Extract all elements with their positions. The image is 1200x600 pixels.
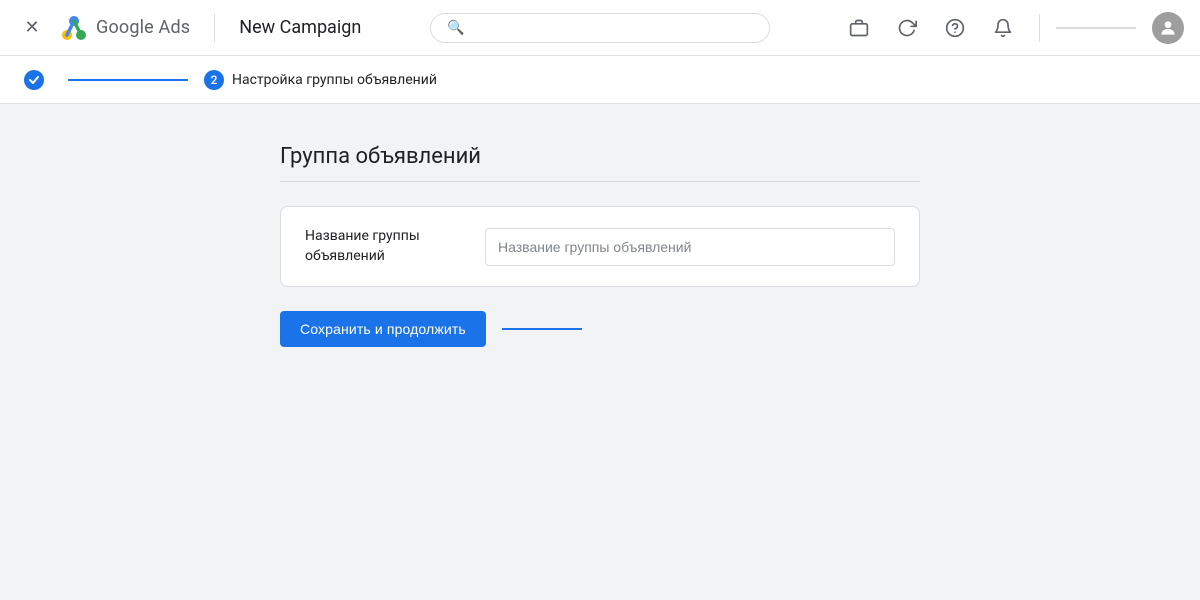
step-2-label: Настройка группы объявлений	[232, 72, 437, 88]
header-actions	[839, 8, 1184, 48]
step-line-1	[68, 79, 188, 81]
checkmark-icon	[28, 74, 40, 86]
close-icon: ✕	[24, 17, 39, 38]
step-1	[24, 70, 204, 90]
campaign-title: New Campaign	[239, 17, 361, 38]
step-2: 2 Настройка группы объявлений	[204, 70, 437, 90]
briefcase-icon	[849, 18, 869, 38]
header-search-area: 🔍	[361, 13, 839, 43]
refresh-button[interactable]	[887, 8, 927, 48]
briefcase-button[interactable]	[839, 8, 879, 48]
section-container: Группа объявлений Название группы объявл…	[280, 144, 920, 347]
refresh-icon	[897, 18, 917, 38]
button-row: Сохранить и продолжить	[280, 311, 920, 347]
header-left: ✕ Google Ads New Campaign	[16, 12, 361, 44]
bell-icon	[993, 18, 1013, 38]
save-continue-button[interactable]: Сохранить и продолжить	[280, 311, 486, 347]
search-box[interactable]: 🔍	[430, 13, 770, 43]
search-icon: 🔍	[447, 20, 464, 36]
form-label: Название группы объявлений	[305, 227, 485, 266]
account-line	[1056, 27, 1136, 29]
header-divider-2	[1039, 14, 1040, 42]
search-input[interactable]	[473, 20, 754, 36]
button-underline-decoration	[502, 328, 582, 330]
step-1-check	[24, 70, 44, 90]
form-row: Название группы объявлений	[281, 207, 919, 286]
ad-group-name-input[interactable]	[485, 228, 895, 266]
app-name: Google Ads	[96, 17, 190, 38]
main-content: Группа объявлений Название группы объявл…	[0, 104, 1200, 387]
close-button[interactable]: ✕	[16, 12, 48, 44]
avatar-icon	[1158, 18, 1178, 38]
app-header: ✕ Google Ads New Campaign 🔍	[0, 0, 1200, 56]
help-icon	[945, 18, 965, 38]
progress-bar: 2 Настройка группы объявлений	[0, 56, 1200, 104]
form-field	[485, 228, 895, 266]
section-divider	[280, 181, 920, 182]
section-title: Группа объявлений	[280, 144, 920, 169]
google-ads-logo: Google Ads	[60, 14, 190, 42]
help-button[interactable]	[935, 8, 975, 48]
google-ads-logo-icon	[60, 14, 88, 42]
header-divider-1	[214, 14, 215, 42]
step-2-number: 2	[204, 70, 224, 90]
form-card: Название группы объявлений	[280, 206, 920, 287]
avatar[interactable]	[1152, 12, 1184, 44]
notifications-button[interactable]	[983, 8, 1023, 48]
